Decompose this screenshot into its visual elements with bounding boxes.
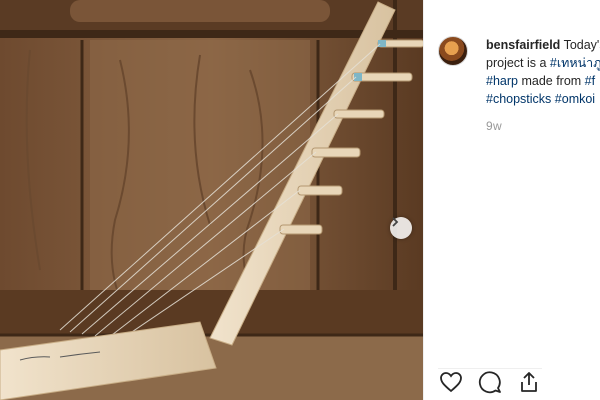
hashtag-link[interactable]: #เทหน่าภู: [550, 56, 600, 70]
share-button[interactable]: [516, 369, 542, 395]
post-time[interactable]: 9w: [486, 119, 502, 133]
hashtag-link[interactable]: #omkoi: [551, 92, 595, 106]
hashtag-link[interactable]: #f: [585, 74, 595, 88]
next-image-button[interactable]: [390, 217, 412, 239]
comment-icon: [478, 371, 501, 394]
hashtag-link[interactable]: #harp: [486, 74, 518, 88]
heart-icon: [440, 372, 462, 393]
avatar[interactable]: [438, 36, 468, 66]
caption-text-3: made from: [517, 74, 585, 88]
comment-button[interactable]: [477, 369, 503, 395]
harp-photo: [0, 0, 423, 400]
post-photo[interactable]: [0, 0, 423, 400]
caption-text-2: project is a: [486, 56, 550, 70]
chevron-right-icon: [392, 217, 399, 227]
caption-text-1: Today's: [563, 38, 600, 52]
share-icon: [521, 372, 537, 392]
hashtag-link[interactable]: #chopsticks: [486, 92, 551, 106]
username-link[interactable]: bensfairfield: [486, 38, 560, 52]
action-bar: [438, 368, 542, 395]
post-side-panel: bensfairfield Today's project is a #เทหน…: [423, 0, 600, 400]
like-button[interactable]: [438, 369, 464, 395]
caption-row: bensfairfield Today's project is a #เทหน…: [438, 36, 600, 108]
post-caption: bensfairfield Today's project is a #เทหน…: [486, 36, 600, 108]
